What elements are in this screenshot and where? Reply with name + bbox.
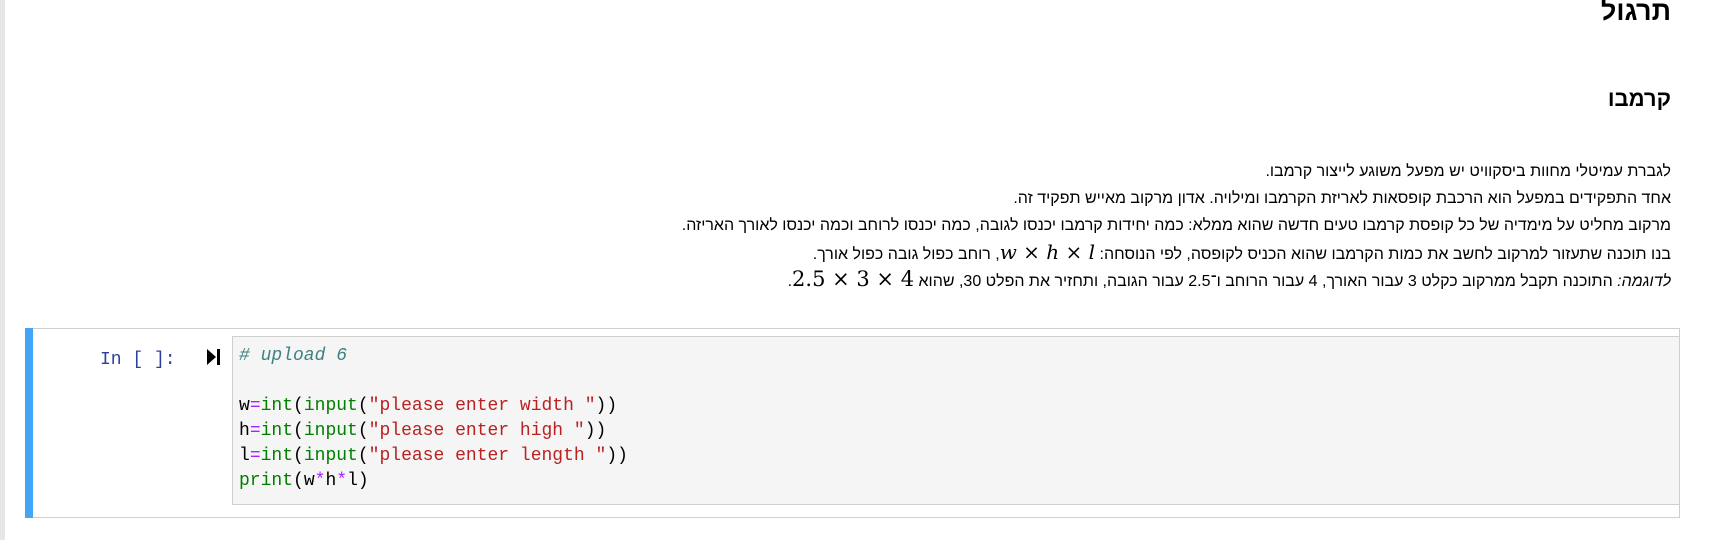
code-comment: # upload 6 bbox=[239, 346, 348, 366]
code-paren: )) bbox=[584, 421, 607, 441]
code-var: w bbox=[239, 396, 250, 416]
heading-subtitle: קרמבו bbox=[1607, 86, 1671, 111]
step-run-icon[interactable] bbox=[206, 347, 222, 367]
heading-title: תרגול bbox=[1600, 0, 1671, 26]
markdown-paragraphs: לגברת עמיטלי מחוות ביסקוויט יש מפעל משוג… bbox=[31, 158, 1671, 293]
line-4-text-a: בנו תוכנה שתעזור למרקוב לחשב את כמות הקר… bbox=[1095, 246, 1671, 263]
paragraph-line-1: לגברת עמיטלי מחוות ביסקוויט יש מפעל משוג… bbox=[1265, 163, 1671, 180]
code-string: "please enter length " bbox=[368, 446, 607, 466]
code-operator: = bbox=[249, 396, 261, 416]
code-paren: )) bbox=[595, 396, 618, 416]
code-var: l bbox=[347, 471, 358, 491]
code-paren: )) bbox=[606, 446, 628, 466]
code-text[interactable]: # upload 6 w=int(input("please enter wid… bbox=[239, 344, 628, 494]
input-prompt: In [ ]: bbox=[100, 350, 176, 370]
code-builtin: input bbox=[303, 446, 358, 466]
example-label: לדוגמה: bbox=[1617, 273, 1671, 290]
paragraph-line-2: אחד התפקידים במפעל הוא הרכבת קופסאות לאר… bbox=[1013, 190, 1671, 207]
line-5-text-a: התוכנה תקבל ממרקוב כקלט 3 עבור האורך, 4 … bbox=[914, 273, 1618, 290]
formula-whl: w × h × l bbox=[999, 240, 1096, 264]
selected-cell-indicator bbox=[25, 328, 33, 518]
paragraph-line-3: מרקוב מחליט על מימדיה של כל קופסת קרמבו … bbox=[681, 217, 1671, 234]
code-paren: ( bbox=[293, 446, 304, 466]
code-builtin: input bbox=[303, 396, 358, 416]
code-builtin: int bbox=[260, 396, 294, 416]
code-var: w bbox=[303, 471, 315, 491]
code-builtin: print bbox=[239, 471, 294, 491]
code-paren: ( bbox=[357, 446, 369, 466]
code-operator: = bbox=[249, 446, 261, 466]
code-var: h bbox=[239, 421, 250, 441]
notebook-left-border bbox=[0, 0, 5, 540]
formula-example: 2.5 × 3 × 4 bbox=[792, 267, 915, 291]
code-builtin: int bbox=[260, 421, 294, 441]
code-paren: ( bbox=[293, 421, 304, 441]
line-4-text-b: , רוחב כפול גובה כפול אורך. bbox=[812, 246, 1000, 263]
code-operator: * bbox=[336, 471, 348, 491]
code-operator: = bbox=[249, 421, 261, 441]
code-var: h bbox=[325, 471, 337, 491]
code-builtin: int bbox=[260, 446, 294, 466]
code-paren: ( bbox=[293, 396, 304, 416]
code-paren: ( bbox=[357, 421, 369, 441]
code-paren: ) bbox=[357, 471, 369, 491]
code-paren: ( bbox=[293, 471, 304, 491]
code-string: "please enter high " bbox=[368, 421, 585, 441]
code-var: l bbox=[239, 446, 250, 466]
code-operator: * bbox=[314, 471, 326, 491]
code-string: "please enter width " bbox=[368, 396, 596, 416]
code-paren: ( bbox=[357, 396, 369, 416]
paragraph-line-5: לדוגמה: התוכנה תקבל ממרקוב כקלט 3 עבור ה… bbox=[31, 266, 1671, 293]
paragraph-line-4: בנו תוכנה שתעזור למרקוב לחשב את כמות הקר… bbox=[31, 239, 1671, 266]
code-builtin: input bbox=[303, 421, 358, 441]
